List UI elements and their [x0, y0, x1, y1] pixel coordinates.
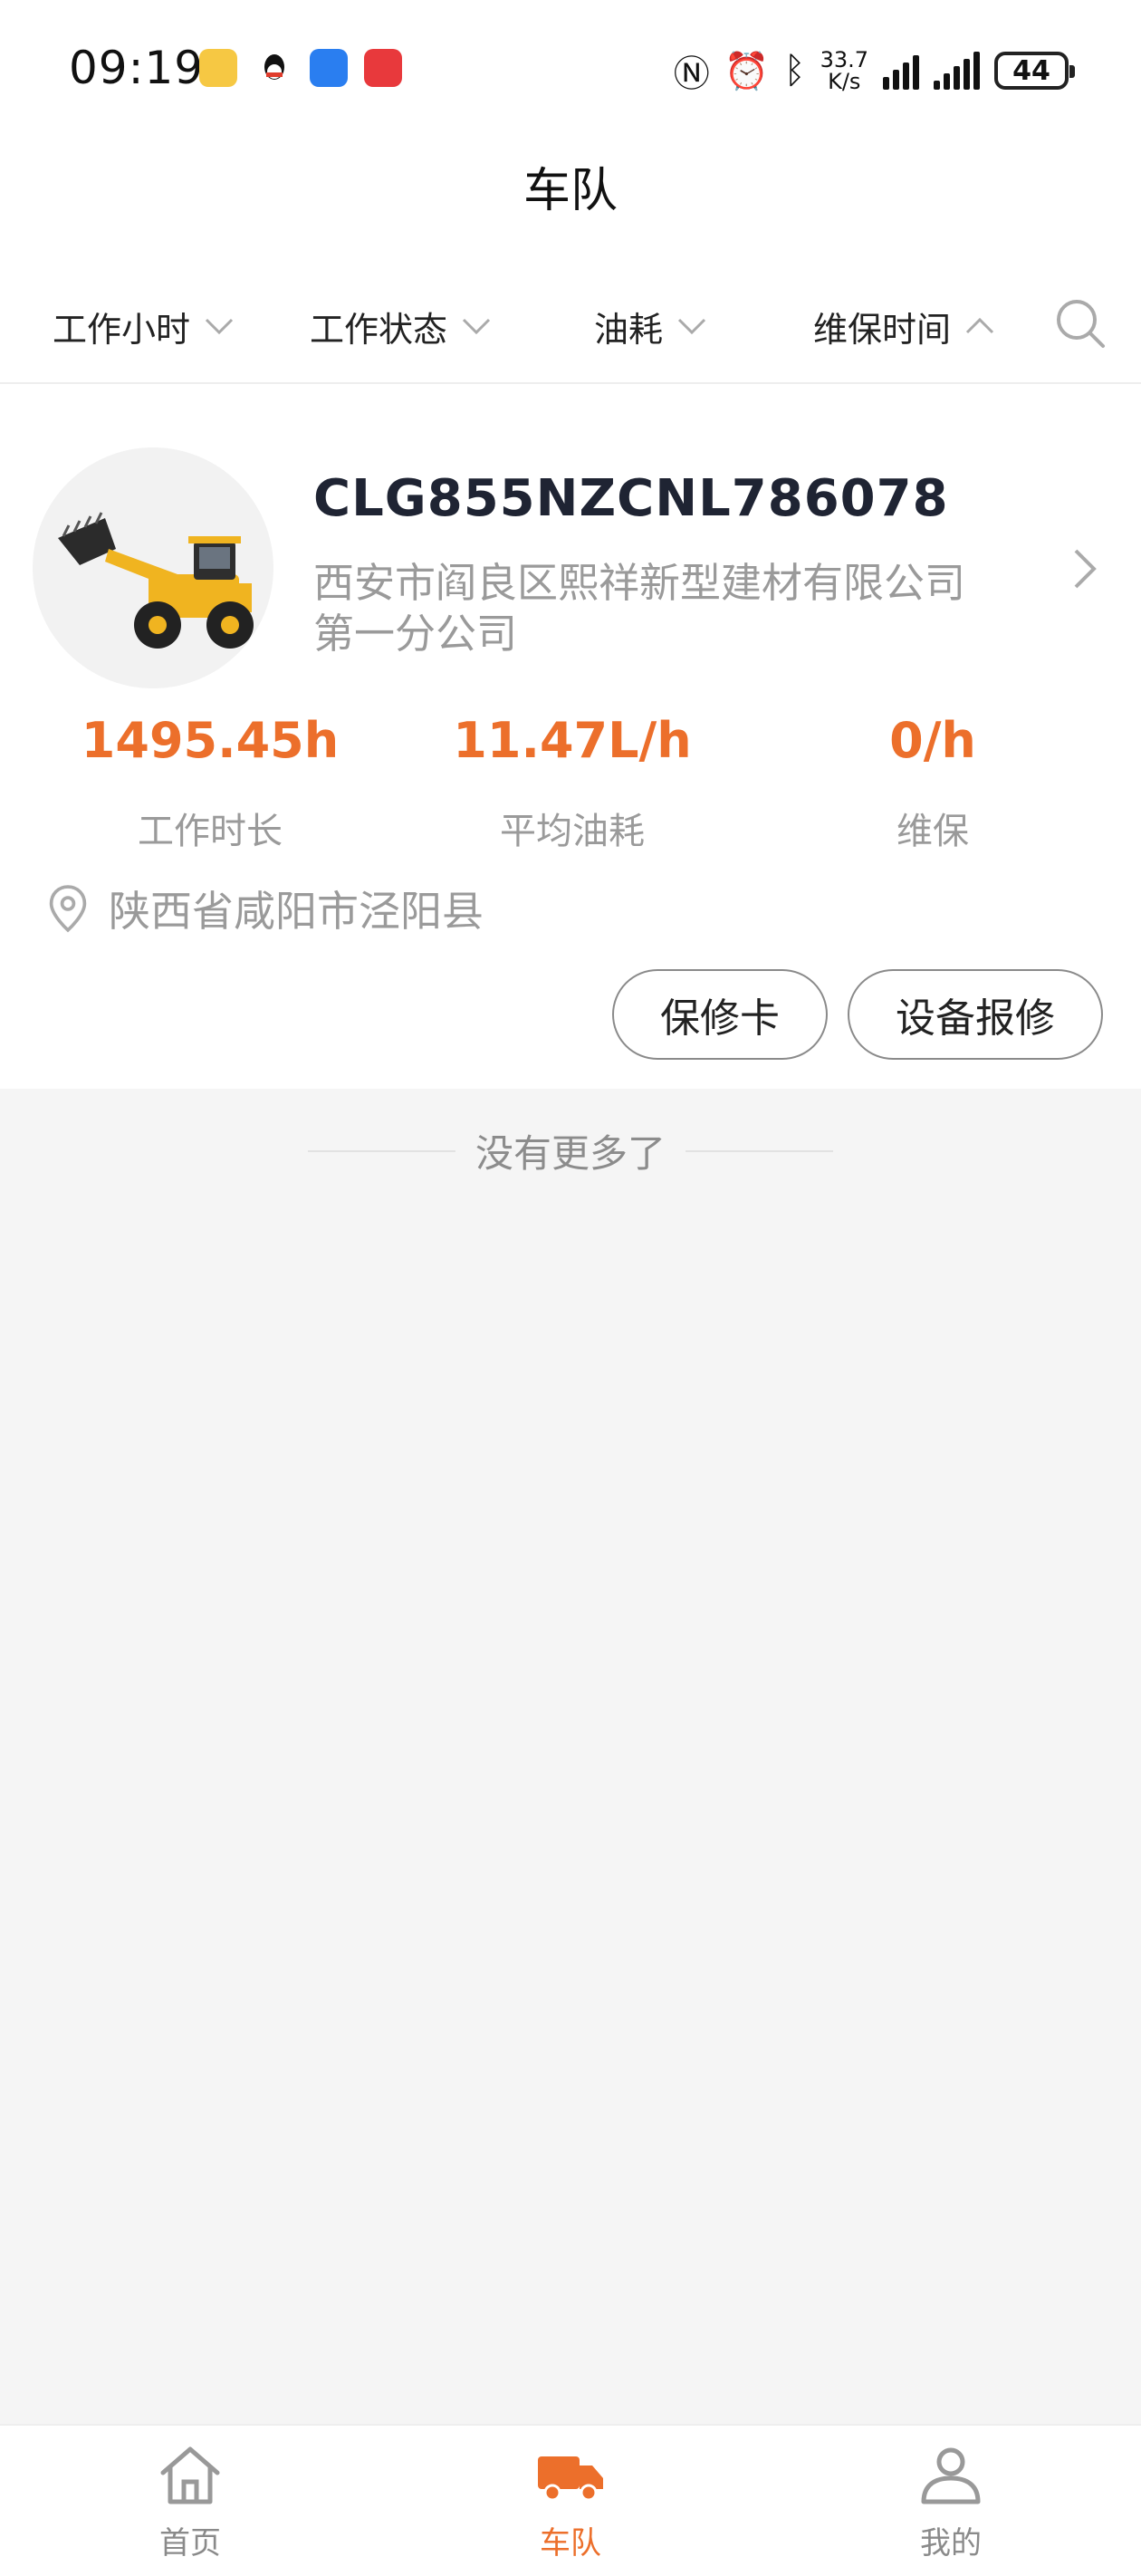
filter-label: 油耗 [594, 309, 664, 350]
alarm-icon: ⏰ [724, 50, 770, 92]
filter-fuel[interactable]: 油耗 [594, 299, 710, 353]
reader-app-icon [364, 49, 402, 87]
filter-maintenance-time[interactable]: 维保时间 [813, 299, 998, 353]
vehicle-card[interactable]: CLG855NZCNL786078 西安市阎良区熙祥新型建材有限公司第一分公司 … [0, 386, 1141, 1089]
nav-fleet[interactable]: 车队 [480, 2438, 661, 2562]
wheel-loader-icon [58, 512, 254, 649]
status-icons: Ⓝ ⏰ ᛒ 33.7 K/s 44 [673, 45, 1075, 96]
chevron-right-icon[interactable] [1065, 542, 1105, 596]
stat-label: 平均油耗 [500, 811, 645, 852]
stat-label: 工作时长 [138, 811, 283, 852]
divider [686, 1149, 834, 1152]
nfc-icon: Ⓝ [673, 53, 710, 95]
location: 陕西省咸阳市泾阳县 [47, 879, 484, 938]
stat-maintenance: 0/h 维保 [752, 712, 1114, 854]
filter-label: 工作小时 [53, 309, 191, 350]
network-speed: 33.7 K/s [820, 49, 868, 92]
battery-icon: 44 [994, 52, 1075, 90]
stat-value: 1495.45h [81, 712, 340, 769]
nav-label: 我的 [920, 2525, 982, 2562]
stat-label: 维保 [896, 811, 969, 852]
list-end-indicator: 没有更多了 [308, 1123, 834, 1178]
vehicle-image [33, 447, 273, 688]
network-speed-value: 33.7 [820, 47, 868, 72]
equipment-repair-button[interactable]: 设备报修 [848, 969, 1103, 1060]
search-icon[interactable] [1052, 295, 1108, 351]
status-time: 09:19 [69, 42, 205, 94]
stat-value: 11.47L/h [453, 712, 692, 769]
page-title: 车队 [523, 164, 618, 218]
chevron-up-icon [965, 317, 994, 334]
company-name: 西安市阎良区熙祥新型建材有限公司第一分公司 [313, 559, 966, 658]
chevron-down-icon [205, 318, 234, 335]
nav-home[interactable]: 首页 [100, 2438, 281, 2562]
warranty-card-button[interactable]: 保修卡 [612, 969, 828, 1060]
stat-fuel-consumption: 11.47L/h 平均油耗 [391, 712, 753, 854]
filter-work-hours[interactable]: 工作小时 [53, 299, 237, 353]
chevron-down-icon [462, 318, 491, 335]
filter-label: 维保时间 [813, 309, 952, 350]
chevron-down-icon [677, 318, 706, 335]
location-pin-icon [49, 885, 87, 933]
equipment-id: CLG855NZCNL786078 [313, 469, 949, 528]
filter-label: 工作状态 [310, 309, 448, 350]
status-bar: 09:19 Ⓝ ⏰ ᛒ 33.7 K/s 44 [0, 0, 1141, 145]
bluetooth-icon: ᛒ [783, 50, 806, 91]
nav-label: 车队 [540, 2525, 601, 2562]
filter-bar: 工作小时 工作状态 油耗 维保时间 [0, 272, 1141, 384]
feishu-app-icon [310, 49, 348, 87]
stat-value: 0/h [889, 712, 976, 769]
stat-work-hours: 1495.45h 工作时长 [29, 712, 391, 854]
location-text: 陕西省咸阳市泾阳县 [109, 887, 484, 936]
nav-label: 首页 [159, 2525, 221, 2562]
filter-work-status[interactable]: 工作状态 [310, 299, 494, 353]
home-icon [160, 2446, 220, 2504]
signal-2-icon [934, 52, 980, 90]
divider [308, 1149, 455, 1152]
weibo-app-icon [199, 49, 237, 87]
user-icon [921, 2447, 981, 2504]
truck-icon [538, 2456, 603, 2502]
network-speed-unit: K/s [828, 69, 861, 94]
nav-mine[interactable]: 我的 [860, 2438, 1041, 2562]
qq-app-icon [255, 49, 293, 87]
list-end-text: 没有更多了 [475, 1131, 666, 1176]
signal-icon [883, 52, 919, 90]
bottom-nav: 首页 车队 我的 [0, 2424, 1141, 2576]
